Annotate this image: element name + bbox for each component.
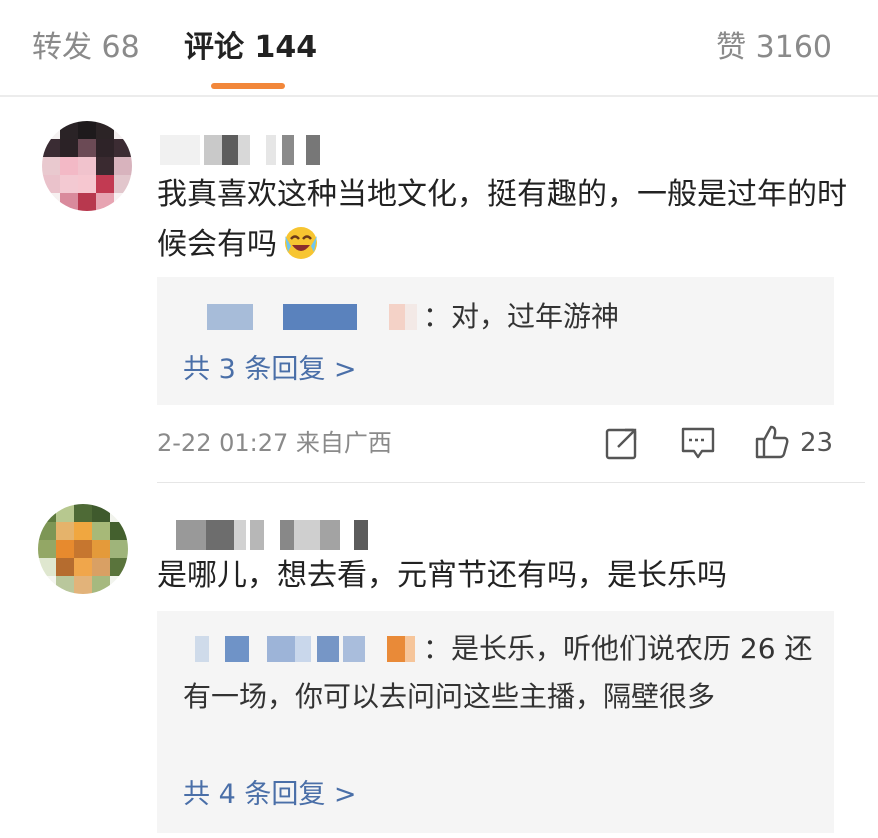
comment-body: 我真喜欢这种当地文化，挺有趣的，一般是过年的时候会有吗 [157,177,847,262]
reply-preview-text: ：对，过年游神 [423,300,620,333]
reply-preview-box[interactable]: ：是长乐，听他们说农历 26 还有一场，你可以去问问这些主播，隔壁很多 共 4 … [157,611,834,833]
more-replies-link[interactable]: 共 3 条回复 > [183,350,357,390]
tab-comment[interactable]: 评论 144 [184,28,317,68]
tab-like-count: 3160 [755,30,832,65]
avatar[interactable] [42,121,132,211]
tab-comment-count: 144 [254,30,318,65]
username-blurred[interactable] [160,135,320,165]
laughing-tears-emoji-icon [281,222,321,262]
more-replies-link[interactable]: 共 4 条回复 > [183,775,357,815]
comment-text: 是哪儿，想去看，元宵节还有吗，是长乐吗 [157,551,847,601]
tab-repost-label: 转发 [32,30,92,65]
active-tab-indicator [211,83,285,89]
comment-divider [157,482,865,483]
like-count: 23 [800,428,834,458]
tab-like-label: 赞 [716,30,747,65]
comment-tab-bar: 转发 68 评论 144 赞 3160 [0,0,878,97]
reply-username-blurred[interactable] [183,636,423,662]
reply-preview-line: ：是长乐，听他们说农历 26 还有一场，你可以去问问这些主播，隔壁很多 [183,625,813,721]
tab-comment-label: 评论 [184,30,244,65]
avatar[interactable] [38,504,128,594]
reply-username-blurred[interactable] [183,304,423,330]
reply-preview-line: ：对，过年游神 [183,293,619,341]
tab-repost[interactable]: 转发 68 [32,28,140,68]
tab-like[interactable]: 赞 3160 [716,28,832,68]
tab-repost-count: 68 [101,30,140,65]
comment-icon[interactable] [680,425,716,461]
comment-text: 我真喜欢这种当地文化，挺有趣的，一般是过年的时候会有吗 [157,170,847,270]
comment-time-location: 2-22 01:27 来自广西 [157,429,392,457]
repost-icon[interactable] [604,425,640,461]
comment-body: 是哪儿，想去看，元宵节还有吗，是长乐吗 [157,558,727,593]
like-icon[interactable] [754,424,790,460]
username-blurred[interactable] [160,520,370,550]
tab-bar-divider [0,95,878,97]
reply-preview-box[interactable]: ：对，过年游神 共 3 条回复 > [157,277,834,405]
